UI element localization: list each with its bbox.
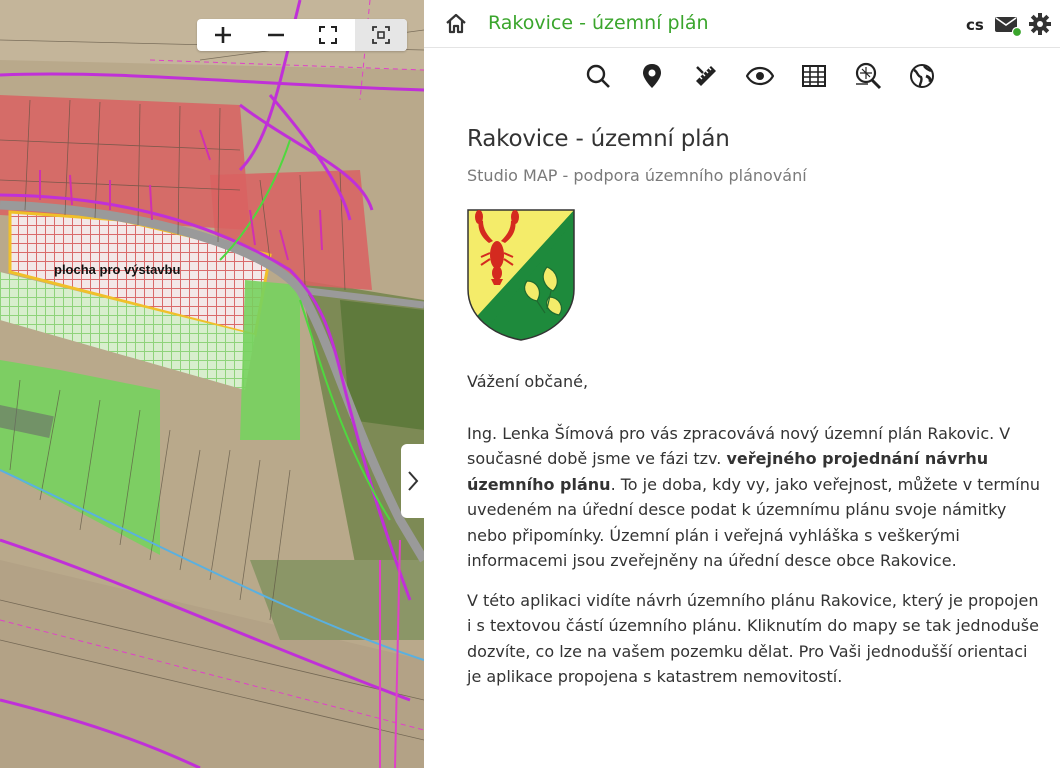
minus-icon [267, 33, 284, 37]
search-tool-button[interactable] [584, 62, 612, 90]
map-feature-label: plocha pro výstavbu [54, 262, 181, 277]
map-canvas[interactable] [0, 0, 424, 768]
intro-paragraph: Ing. Lenka Šímová pro vás zpracovává nov… [467, 423, 1041, 571]
greeting-text: Vážení občané, [467, 372, 589, 391]
status-dot [1011, 26, 1022, 37]
table-tool-button[interactable] [800, 62, 828, 90]
zoom-extent-icon [371, 26, 390, 44]
location-pin-icon [643, 64, 661, 88]
coat-of-arms-image [467, 209, 575, 341]
parcel-search-icon [855, 62, 882, 90]
home-icon[interactable] [444, 12, 468, 34]
app-title: Rakovice - územní plán [488, 12, 709, 34]
fullscreen-button[interactable] [302, 19, 355, 51]
document-title: Rakovice - územní plán [467, 126, 730, 152]
measure-icon [696, 66, 716, 86]
search-icon [586, 64, 610, 88]
zoom-to-extent-button[interactable] [354, 19, 407, 51]
mail-icon[interactable] [994, 13, 1022, 37]
measure-tool-button[interactable] [692, 62, 720, 90]
app-info-paragraph: V této aplikaci vidíte návrh územního pl… [467, 590, 1039, 687]
language-selector[interactable]: cs [966, 16, 984, 34]
content-area: Rakovice - územní plán Studio MAP - podp… [467, 126, 1042, 704]
location-tool-button[interactable] [638, 62, 666, 90]
coat-of-arms [467, 209, 1042, 345]
zoom-in-button[interactable] [197, 19, 250, 51]
side-panel: Rakovice - územní plán cs Rakovice - úze… [424, 0, 1060, 768]
panel-header: Rakovice - územní plán cs [424, 0, 1060, 48]
table-icon [802, 65, 826, 87]
globe-icon [910, 64, 934, 88]
plus-icon [215, 27, 232, 43]
map-view[interactable]: plocha pro výstavbu [0, 0, 424, 768]
gear-icon[interactable] [1028, 12, 1052, 36]
eye-icon [746, 66, 774, 86]
map-controls [197, 19, 407, 51]
zoom-out-button[interactable] [250, 19, 303, 51]
fullscreen-icon [319, 26, 338, 44]
document-subtitle: Studio MAP - podpora územního plánování [467, 166, 807, 185]
tools-toolbar [424, 48, 1060, 104]
collapse-panel-button[interactable] [401, 444, 424, 518]
chevron-right-icon [407, 471, 418, 491]
basemap-tool-button[interactable] [908, 62, 936, 90]
visibility-tool-button[interactable] [746, 62, 774, 90]
parcel-search-tool-button[interactable] [854, 62, 882, 90]
